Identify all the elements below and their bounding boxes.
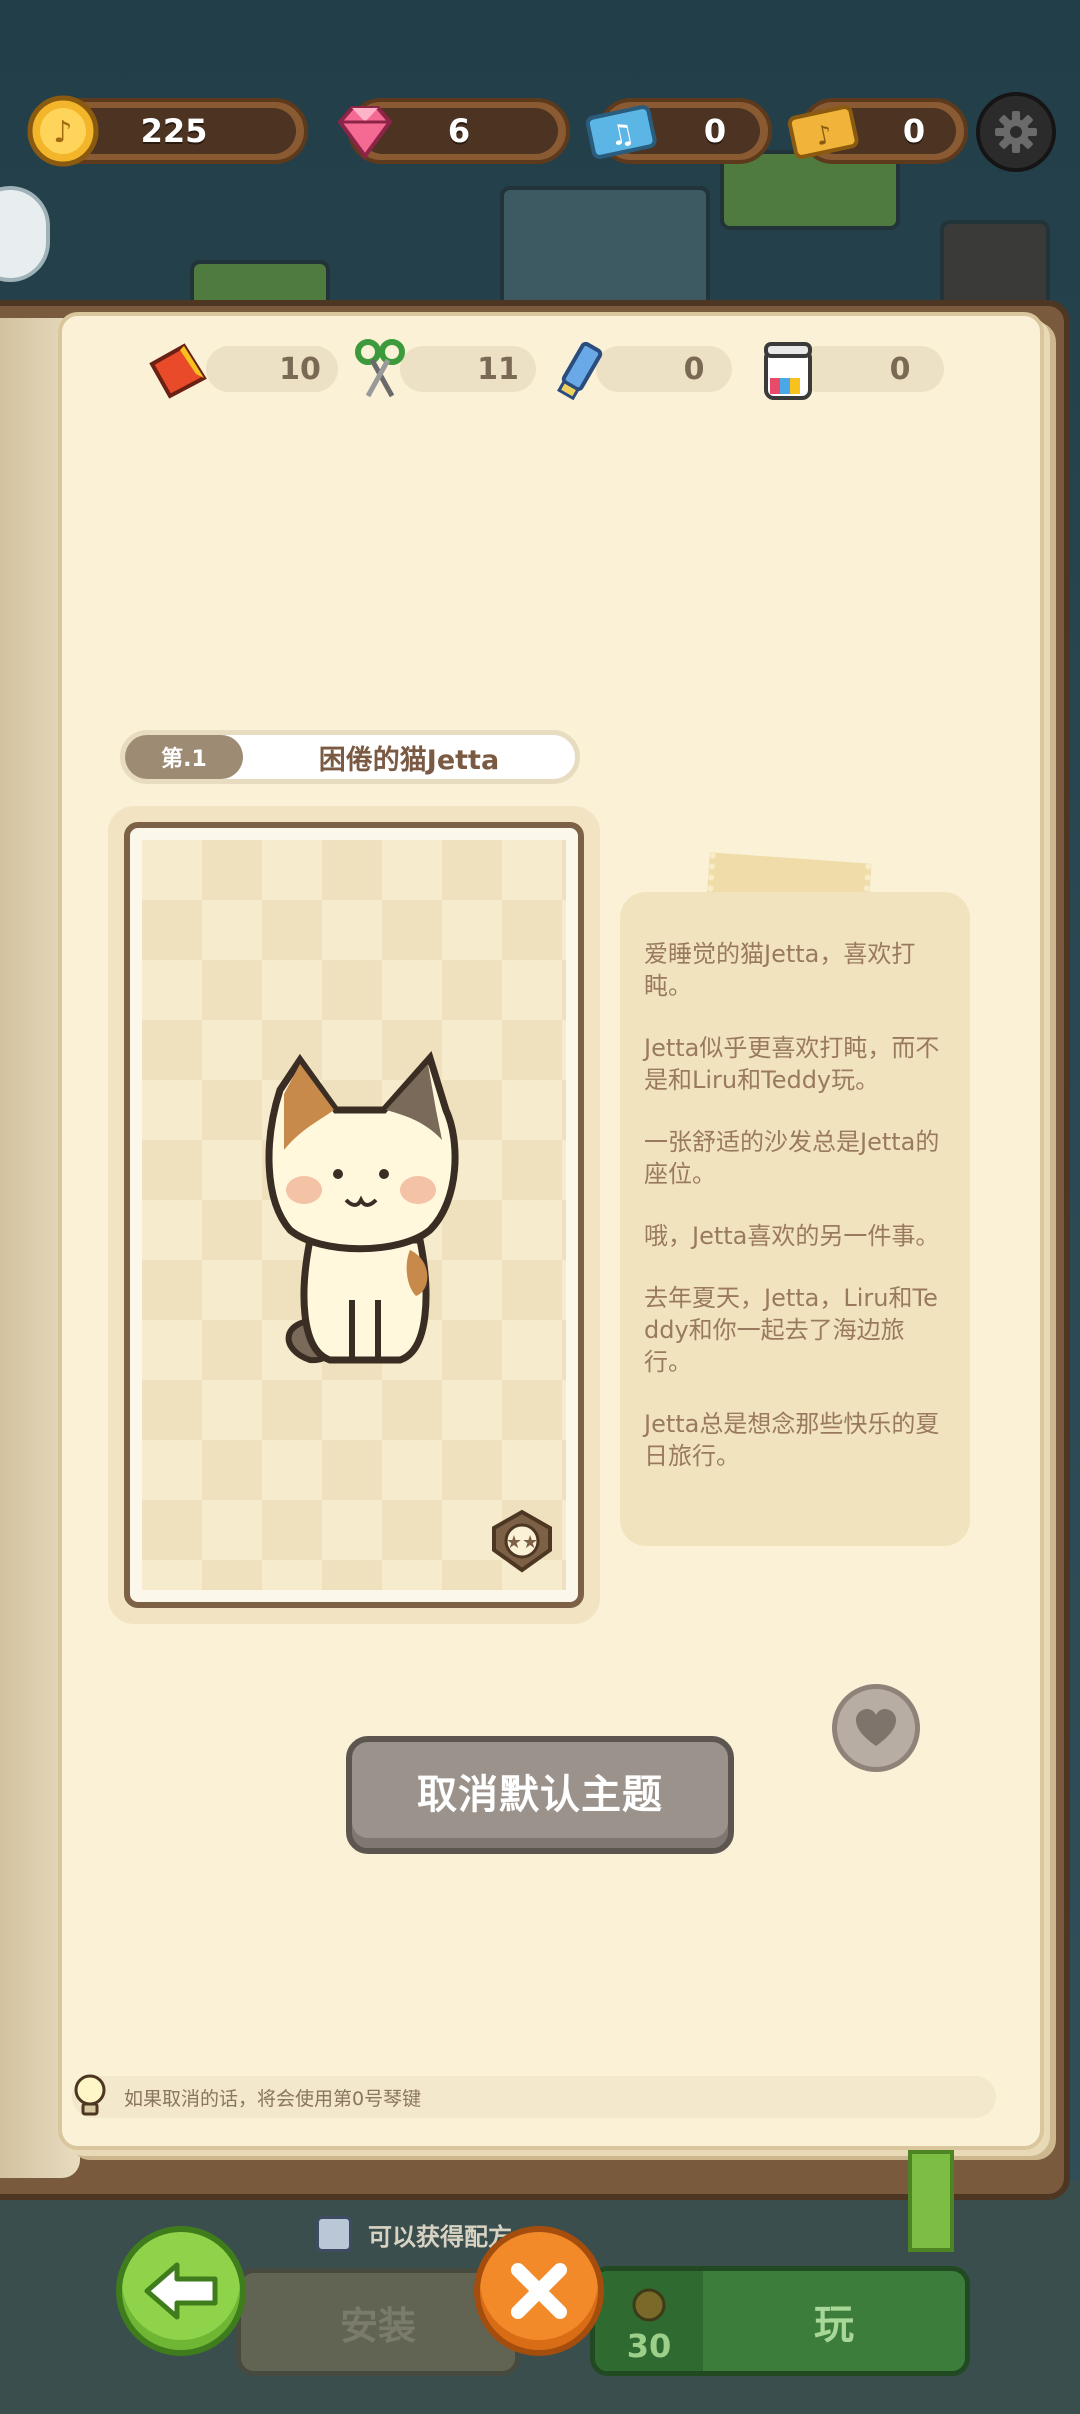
description-line: 去年夏天，Jetta，Liru和Teddy和你一起去了海边旅行。 [644, 1284, 938, 1376]
gold-ticket-icon: ♪ [787, 105, 859, 159]
play-cost-area: 30 [595, 2271, 703, 2371]
cancel-default-theme-button[interactable]: 取消默认主题 [346, 1736, 734, 1854]
scissors-counter: 11 [400, 346, 536, 392]
paper-counter: 10 [206, 346, 338, 392]
description-line: Jetta似乎更喜欢打盹，而不是和Liru和Teddy玩。 [644, 1034, 940, 1094]
rank-badge-icon: ★★ [492, 1509, 552, 1573]
recipe-icon [316, 2216, 352, 2252]
description-line: 一张舒适的沙发总是Jetta的座位。 [644, 1128, 940, 1188]
cat-illustration [265, 1051, 459, 1364]
theme-number: 第.1 [125, 735, 243, 779]
theme-title: 困倦的猫Jetta [318, 744, 500, 776]
arrow-left-icon [144, 2262, 218, 2320]
description-line: 哦，Jetta喜欢的另一件事。 [644, 1222, 940, 1250]
close-icon [511, 2263, 567, 2319]
favorite-button[interactable] [832, 1684, 920, 1772]
paper-value: 10 [279, 351, 321, 387]
coin-icon [632, 2288, 666, 2322]
paint-counter: 0 [596, 346, 732, 392]
theme-title-bar: 第.1 困倦的猫Jetta [120, 730, 580, 784]
lightbulb-icon [74, 2074, 106, 2116]
gear-icon [995, 111, 1037, 153]
scissors-value: 11 [477, 351, 519, 387]
svg-text:♪: ♪ [53, 115, 72, 150]
hint-bar: 如果取消的话，将会使用第0号琴键 [72, 2076, 996, 2118]
heart-icon [856, 1709, 896, 1746]
close-button[interactable] [474, 2226, 604, 2356]
paint-value: 0 [683, 351, 705, 387]
play-label: 玩 [814, 2302, 854, 2348]
gem-icon [337, 106, 393, 160]
description-line: 爱睡觉的猫Jetta，喜欢打盹。 [644, 940, 916, 1000]
scissors-icon [355, 339, 405, 398]
theme-description: 爱睡觉的猫Jetta，喜欢打盹。 Jetta似乎更喜欢打盹，而不是和Liru和T… [620, 892, 970, 1546]
description-line: Jetta总是想念那些快乐的夏日旅行。 [644, 1410, 940, 1470]
bg-ghost-character [0, 186, 50, 282]
svg-text:★★: ★★ [506, 1532, 538, 1553]
paint-jar-icon [764, 342, 812, 400]
glue-value: 0 [889, 351, 911, 387]
music-ticket-icon: ♫ [585, 105, 657, 159]
settings-button[interactable] [976, 92, 1056, 172]
back-button[interactable] [116, 2226, 246, 2356]
red-paper-icon [149, 343, 207, 399]
play-button[interactable]: 30 玩 [590, 2266, 970, 2376]
bookmark-ribbon [908, 2150, 954, 2252]
paint-tube-icon [557, 341, 603, 401]
coin-icon: ♪ [27, 95, 99, 167]
play-cost: 30 [626, 2327, 672, 2365]
